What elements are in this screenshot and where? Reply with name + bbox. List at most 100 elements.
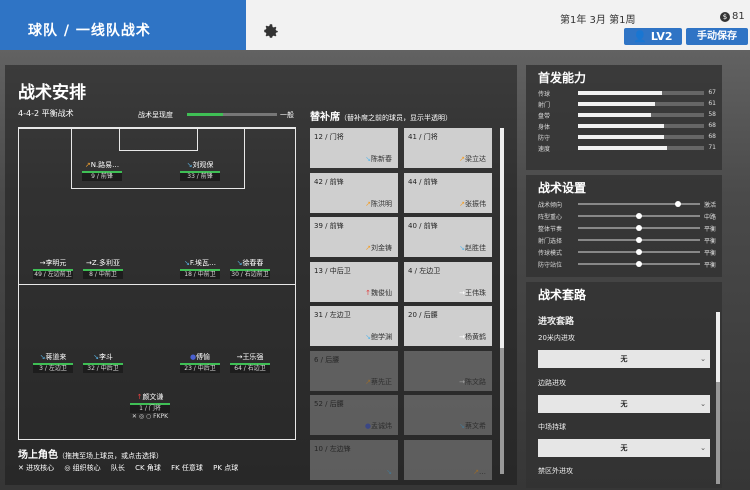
ability-value: 61 [708,100,716,107]
ability-bar [578,102,704,106]
sub-card[interactable]: ↗… [404,439,492,480]
sub-name: →陈文路 [459,377,486,386]
ability-fill [578,102,655,106]
player-slot[interactable]: →Z.多利亚 8 / 中前卫 [83,258,123,279]
routes-panel: 战术套路 进攻套路 20米内进攻 无 ⌄ 边路进攻 无 ⌄ 中场持球 无 ⌄ 禁区外进… [526,282,722,488]
role-penalty[interactable]: PK 点球 [213,464,238,472]
sub-name: ↑魏俊仙 [365,288,392,297]
sub-position: 42 / 前锋 [314,177,344,186]
sub-card[interactable]: 12 / 门将 ↘陈新春 [310,128,398,168]
ability-value: 67 [708,89,716,96]
setting-slider[interactable] [578,225,700,231]
ability-row: 射门 61 [538,100,720,109]
level-label: LV2 [650,30,673,43]
setting-value: 激活 [703,202,716,209]
player-slot-goalkeeper[interactable]: ↑颜文谦 1 / 门将 ✕ ◎ ○ FKPK [130,392,170,420]
sub-card[interactable]: 39 / 前锋 ↗刘金铸 [310,217,398,257]
setting-value: 平衡 [703,238,716,245]
ability-value: 68 [708,133,716,140]
setting-label: 战术倾向 [538,202,563,209]
setting-slider[interactable] [578,249,700,255]
player-tag: 9 / 前锋 [82,171,122,181]
player-slot[interactable]: ↘刘观保 33 / 前锋 [180,160,220,181]
sub-card[interactable]: 44 / 前锋 ↗张振伟 [404,172,492,213]
slider-knob[interactable] [636,237,642,243]
role-captain[interactable]: 队长 [111,464,125,472]
sub-card[interactable]: 42 / 前锋 ↗陈洪明 [310,172,398,213]
sub-position: 10 / 左边锋 [314,444,351,453]
route-label: 20米内进攻 [538,334,575,342]
sub-name: ↗陈洪明 [365,199,392,208]
setting-slider[interactable] [578,201,700,207]
sub-position: 40 / 前锋 [408,222,438,230]
sub-card[interactable]: →陈文路 [404,350,492,391]
ability-fill [578,146,668,150]
player-tag: 32 / 中后卫 [83,363,123,373]
ability-bar [578,113,704,117]
player-slot[interactable]: ↗N.路易… 9 / 前锋 [82,160,122,181]
role-playmaker[interactable]: ◎ 组织核心 [64,464,100,472]
setting-label: 整体节奏 [538,226,563,233]
role-free-kick[interactable]: FK 任意球 [171,464,203,472]
chevron-down-icon: ⌄ [700,400,706,408]
player-slot[interactable]: ↘徐春春 30 / 右边前卫 [230,258,270,279]
role-attack-core[interactable]: ✕ 进攻核心 [18,464,54,472]
tactics-title: 战术安排 [18,83,86,103]
sub-card[interactable]: 10 / 左边锋 ↘ [310,439,398,480]
sub-card[interactable]: 4 / 左边卫 →王伟珠 [404,261,492,302]
player-tag: 33 / 前锋 [180,171,220,181]
player-slot[interactable]: →李明元 49 / 左边前卫 [33,258,73,279]
setting-value: 平衡 [703,250,716,257]
sub-card[interactable]: 20 / 后腰 →杨黄鹤 [404,306,492,346]
sub-card[interactable]: 40 / 前锋 ↘赵胜佳 [404,217,492,257]
player-name: 蒋道来 [45,353,67,361]
player-slot[interactable]: ●傅愉 23 / 中后卫 [180,352,220,373]
player-slot[interactable]: ↘李斗 32 / 中后卫 [83,352,123,373]
route-select[interactable]: 无 ⌄ [538,395,710,413]
setting-row: 战术倾向 激活 [538,200,720,209]
sub-name: ↘蔡文希 [459,422,486,430]
sub-card[interactable]: 41 / 门将 ↗梁立达 [404,128,492,168]
slider-knob[interactable] [636,249,642,255]
setting-slider[interactable] [578,237,700,243]
ability-bar [578,124,704,128]
setting-label: 防守站位 [538,262,563,269]
ability-fill [578,91,663,95]
route-select[interactable]: 无 ⌄ [538,350,710,368]
ability-label: 传球 [538,91,551,98]
slider-knob[interactable] [636,261,642,267]
player-slot[interactable]: ↘蒋道来 3 / 左边卫 [33,352,73,373]
sub-card[interactable]: 6 / 后腰 ↗蔡先正 [310,350,398,391]
role-corner[interactable]: CK 角球 [135,464,161,472]
ability-bar [578,146,704,150]
routes-scroll-thumb[interactable] [716,312,720,382]
setting-slider[interactable] [578,213,700,219]
ability-value: 68 [708,122,716,129]
sub-card[interactable]: 13 / 中后卫 ↑魏俊仙 [310,261,398,302]
ability-fill [578,113,652,117]
sub-name: ●孟诚炜 [364,422,392,430]
slider-knob[interactable] [636,225,642,231]
manual-save-button[interactable]: 手动保存 [686,28,748,45]
setting-slider[interactable] [578,261,700,267]
route-select[interactable]: 无 ⌄ [538,439,710,457]
player-tag: 30 / 右边前卫 [230,269,270,279]
subs-scroll-thumb[interactable] [500,128,504,348]
player-slot[interactable]: →王乐强 64 / 右边卫 [230,352,270,373]
level-button[interactable]: 👤 LV2 [624,28,682,45]
sub-card[interactable]: 31 / 左边卫 ↘鲍学渊 [310,306,398,346]
gear-icon[interactable] [262,22,280,40]
player-tag: 49 / 左边前卫 [33,269,73,279]
player-slot[interactable]: ↘F.埃瓦… 18 / 中前卫 [180,258,220,279]
player-name: F.埃瓦… [189,259,216,267]
sub-position: 20 / 后腰 [408,311,438,319]
slider-knob[interactable] [675,201,682,207]
game-date: 第1年 3月 第1周 [560,15,636,26]
sub-card[interactable]: 52 / 后腰 ●孟诚炜 [310,395,398,435]
slider-knob[interactable] [636,213,642,219]
sub-card[interactable]: ↘蔡文希 [404,395,492,435]
setting-row: 整体节奏 平衡 [538,224,720,233]
sub-position: 39 / 前锋 [314,222,344,230]
sub-name: →杨黄鹤 [459,333,486,341]
ability-fill [578,124,664,128]
